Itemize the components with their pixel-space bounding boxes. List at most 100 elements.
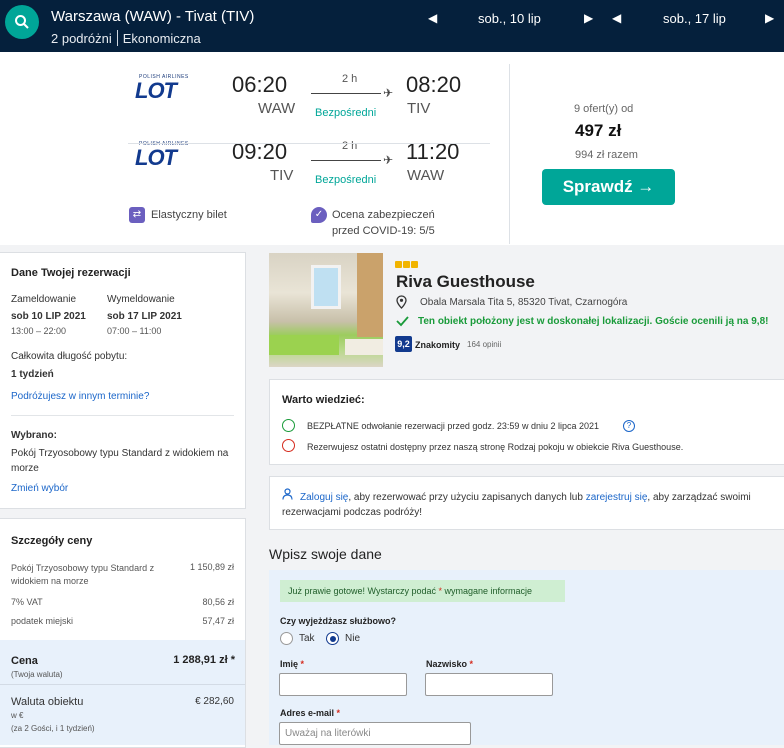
- review-count[interactable]: 164 opinii: [467, 340, 501, 349]
- passengers-count: 2 podróżni: [51, 31, 112, 46]
- last-name-text: Nazwisko: [426, 659, 468, 669]
- required-info-banner: Już prawie gotowe! Wystarczy podać * wym…: [280, 580, 565, 602]
- email-label: Adres e-mail *: [280, 708, 340, 718]
- airline-logo-text: LOT: [135, 78, 177, 103]
- airline-logo-inbound: POLISH AIRLINES LOT: [135, 141, 195, 170]
- depart-prev-icon[interactable]: ◀: [428, 11, 437, 25]
- check-circle-icon: [282, 419, 295, 432]
- hotel-name: Riva Guesthouse: [396, 272, 535, 291]
- login-link[interactable]: Zaloguj się: [300, 492, 348, 503]
- reservation-title: Dane Twojej rezerwacji: [11, 267, 131, 279]
- login-prompt: Zaloguj się, aby rezerwować przy użyciu …: [282, 490, 772, 520]
- property-currency-value: € 282,60: [195, 696, 234, 707]
- covid-rating-line2: przed COVID-19: 5/5: [332, 225, 435, 237]
- stay-length-label: Całkowita długość pobytu:: [11, 351, 128, 362]
- business-yes-radio[interactable]: [280, 632, 293, 645]
- plane-icon: ✈: [383, 153, 394, 167]
- price-total-label: Cena: [11, 655, 38, 667]
- required-star: *: [469, 659, 474, 669]
- star-icon: [411, 261, 418, 268]
- good-to-know-title: Warto wiedzieć:: [282, 394, 365, 406]
- price-details-title: Szczegóły ceny: [11, 535, 93, 547]
- price-row-value: 1 150,89 zł: [189, 562, 234, 572]
- banner-text: Już prawie gotowe! Wystarczy podać: [288, 586, 439, 596]
- top-search-bar: Warszawa (WAW) - Tivat (TIV) 2 podróżni E…: [0, 0, 784, 52]
- check-button[interactable]: Sprawdź →: [542, 169, 675, 205]
- review-score-badge: 9,2: [395, 336, 412, 352]
- first-name-input[interactable]: [279, 673, 407, 696]
- price-total-sub: (Twoja waluta): [11, 670, 63, 679]
- outbound-arr-time: 08:20: [406, 72, 462, 97]
- other-dates-link[interactable]: Podróżujesz w innym terminie?: [11, 391, 149, 402]
- depart-date[interactable]: sob., 10 lip: [478, 11, 541, 26]
- checkout-label: Wymeldowanie: [107, 294, 175, 305]
- outbound-arr-code: TIV: [407, 100, 431, 117]
- offers-count: 9 ofert(y) od: [574, 103, 634, 115]
- hotel-address: Obala Marsala Tita 5, 85320 Tivat, Czarn…: [420, 297, 628, 308]
- inbound-dep-code: TIV: [270, 167, 294, 184]
- photo-bed: [345, 339, 383, 355]
- photo-bed: [269, 335, 339, 355]
- inbound-arr-code: WAW: [407, 167, 445, 184]
- stay-length-value: 1 tydzień: [11, 369, 54, 380]
- last-room-info: Rezerwujesz ostatni dostępny przez naszą…: [307, 442, 684, 452]
- checkmark-icon: [396, 316, 409, 327]
- flight-total: 994 zł razem: [575, 149, 638, 161]
- hotel-rating-stars: [395, 255, 419, 273]
- selected-label: Wybrano:: [11, 430, 57, 441]
- inbound-line: [311, 160, 381, 161]
- flexible-ticket-label: Elastyczny bilet: [151, 209, 227, 221]
- cabin-class: Ekonomiczna: [122, 31, 201, 46]
- outbound-duration: 2 h: [342, 73, 358, 85]
- checkin-time: 13:00 – 22:00: [11, 326, 67, 336]
- search-icon: [15, 15, 29, 29]
- airline-logo-text: LOT: [135, 145, 177, 170]
- separator: [116, 30, 118, 46]
- business-no-label[interactable]: Nie: [345, 633, 360, 644]
- price-row-label: 7% VAT: [11, 597, 43, 607]
- return-next-icon[interactable]: ▶: [765, 11, 774, 25]
- divider: [128, 143, 490, 144]
- inbound-stops: Bezpośredni: [315, 174, 377, 186]
- photo-window: [311, 265, 341, 309]
- email-text: Adres e-mail: [280, 708, 335, 718]
- property-currency-label: Waluta obiektu: [11, 696, 84, 708]
- hotel-photo[interactable]: [269, 253, 383, 367]
- last-name-input[interactable]: [425, 673, 553, 696]
- help-icon[interactable]: ?: [623, 420, 635, 432]
- depart-next-icon[interactable]: ▶: [584, 11, 593, 25]
- divider: [11, 415, 234, 416]
- required-star: *: [300, 659, 305, 669]
- selected-room: Pokój Trzyosobowy typu Standard z widoki…: [11, 448, 229, 474]
- change-selection-link[interactable]: Zmień wybór: [11, 483, 68, 494]
- email-input[interactable]: Uważaj na literówki: [279, 722, 471, 745]
- return-prev-icon[interactable]: ◀: [612, 11, 621, 25]
- divider: [0, 684, 245, 685]
- search-button[interactable]: [5, 5, 39, 39]
- review-score-word: Znakomity: [415, 340, 461, 350]
- location-note: Ten obiekt położony jest w doskonałej lo…: [418, 316, 769, 327]
- price-total-value: 1 288,91 zł *: [173, 654, 235, 666]
- flight-price: 497 zł: [575, 121, 622, 140]
- inbound-duration: 2 h: [342, 140, 358, 152]
- outbound-dep-time: 06:20: [232, 72, 288, 97]
- price-row-value: 80,56 zł: [202, 597, 234, 607]
- plane-icon: ✈: [383, 86, 394, 100]
- star-icon: [403, 261, 410, 268]
- covid-rating-line1: Ocena zabezpieczeń: [332, 209, 435, 221]
- last-name-label: Nazwisko *: [426, 659, 473, 669]
- route-title[interactable]: Warszawa (WAW) - Tivat (TIV): [51, 8, 254, 25]
- business-no-radio[interactable]: [326, 632, 339, 645]
- login-text: , aby rezerwować przy użyciu zapisanych …: [348, 492, 586, 503]
- trip-summary[interactable]: 2 podróżni Ekonomiczna: [51, 30, 201, 46]
- return-date[interactable]: sob., 17 lip: [663, 11, 726, 26]
- banner-text: wymagane informacje: [442, 586, 533, 596]
- price-row-label: podatek miejski: [11, 616, 74, 626]
- free-cancellation-info: BEZPŁATNE odwołanie rezerwacji przed god…: [307, 421, 599, 431]
- airline-logo-outbound: POLISH AIRLINES LOT: [135, 74, 195, 103]
- register-link[interactable]: zarejestruj się: [586, 492, 648, 503]
- business-yes-label[interactable]: Tak: [299, 633, 315, 644]
- shield-icon: ✓: [311, 207, 327, 223]
- currency-sub: w €: [11, 711, 24, 720]
- price-row-value: 57,47 zł: [202, 616, 234, 626]
